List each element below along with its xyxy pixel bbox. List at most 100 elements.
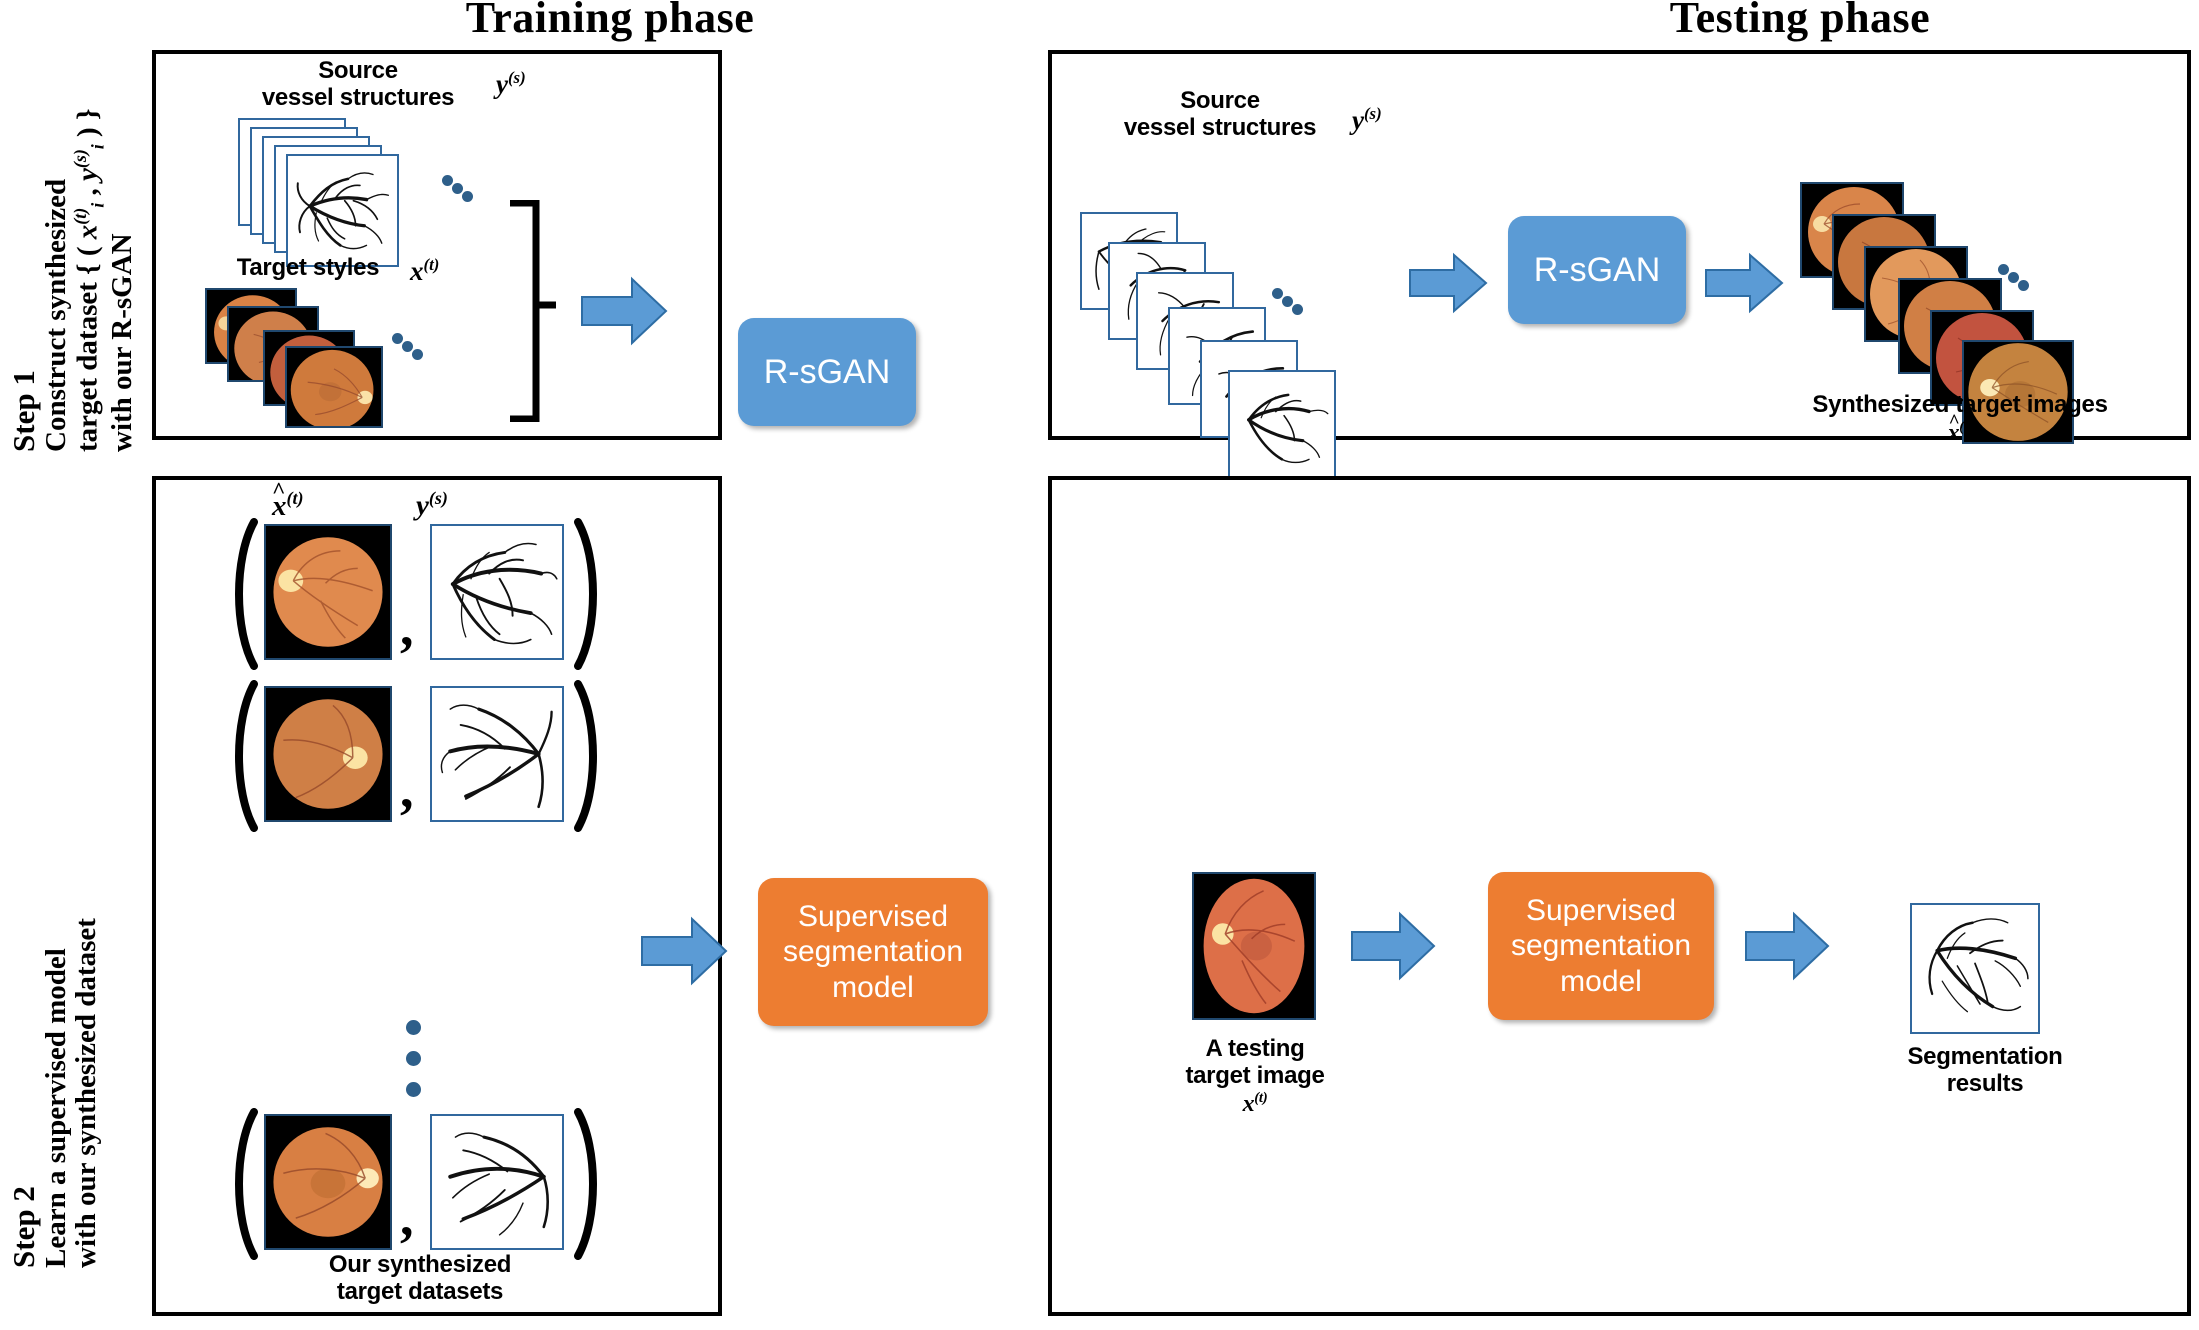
step-1-line-1: Construct synthesized	[39, 178, 72, 452]
training-step2-arrow	[640, 915, 728, 987]
testing-source-symbol-sup: (s)	[1363, 104, 1382, 123]
step-1-y-sup: (s)	[69, 149, 90, 169]
left-paren-icon	[235, 680, 258, 832]
pair-fundus-image	[264, 524, 392, 660]
testing-arrow-to-model	[1408, 252, 1488, 314]
testing-input-caption-line2: target image	[1185, 1061, 1325, 1089]
testing-input-symbol: x(t)	[1242, 1089, 1268, 1117]
fundus-image-icon	[1194, 874, 1314, 1018]
left-paren-icon	[235, 518, 258, 670]
testing-output-caption: Synthesized target images ^ x(t)	[1790, 391, 2130, 447]
training-grouping-brace	[502, 200, 564, 422]
fundus-image-icon	[266, 1116, 390, 1248]
fundus-image-icon	[266, 526, 390, 658]
testing-input-symbol-base: x	[1242, 1090, 1255, 1117]
right-arrow-icon	[1745, 911, 1830, 981]
training-source-vessel-stack	[238, 118, 448, 267]
vessel-card	[1228, 370, 1336, 478]
curly-brace-icon	[510, 200, 556, 422]
training-source-symbol-sup: (s)	[507, 68, 526, 87]
training-source-caption-line2: vessel structures	[261, 83, 455, 111]
training-source-symbol: y(s)	[496, 68, 526, 100]
testing-step2-arrow-to-model	[1350, 910, 1436, 982]
col2-symbol-sup: (s)	[428, 488, 448, 508]
step-2-line-2: with our synthesized dataset	[69, 918, 102, 1268]
step-1-line2-mid: ,	[71, 181, 104, 203]
pair-fundus-image	[264, 1114, 392, 1250]
pair-vessel-mask	[430, 524, 564, 660]
r-sgan-model-box-training[interactable]: R-sGAN	[738, 318, 916, 426]
vessel-tree-icon	[296, 172, 389, 250]
step-1-x-symbol: x	[71, 224, 104, 240]
right-arrow-icon	[641, 916, 728, 986]
testing-source-symbol-base: y	[1352, 105, 1364, 135]
training-source-stack-ellipsis	[442, 175, 482, 205]
supervised-model-label-line2: segmentation	[782, 935, 964, 969]
training-phase-title: Training phase	[465, 0, 755, 42]
pair-vessel-mask	[430, 1114, 564, 1250]
step-1-y-symbol: y	[71, 168, 104, 182]
supervised-model-label-line1: Supervised	[797, 899, 949, 933]
training-dataset-caption-line1: Our synthesized	[328, 1251, 512, 1278]
testing-source-vessel-cascade	[1080, 212, 1430, 502]
training-source-caption: Source vessel structures	[228, 57, 488, 112]
testing-input-caption-line1: A testing	[1205, 1035, 1305, 1062]
supervised-model-label-line1: Supervised	[1525, 893, 1677, 927]
pair-vessel-mask	[430, 686, 564, 822]
training-target-symbol: x(t)	[410, 255, 439, 287]
testing-input-symbol-sup: (t)	[1254, 1089, 1268, 1106]
testing-step2-arrow-to-result	[1744, 910, 1830, 982]
vessel-tree-icon	[448, 1132, 549, 1236]
pair-rows-vertical-ellipsis	[406, 1020, 426, 1100]
step-1-line-3: with our R-sGAN	[106, 233, 139, 452]
training-target-symbol-base: x	[410, 256, 424, 286]
vessel-tree-icon	[450, 542, 558, 645]
vessel-tree-icon	[1928, 918, 2029, 1013]
supervised-model-label-line3: model	[832, 970, 914, 1004]
testing-phase-title: Testing phase	[1669, 0, 1931, 42]
supervised-model-label-line3: model	[1560, 964, 1642, 998]
training-target-symbol-sup: (t)	[423, 255, 440, 274]
supervised-model-box-training[interactable]: Supervised segmentation model	[758, 878, 988, 1026]
testing-source-symbol: y(s)	[1352, 104, 1382, 136]
fundus-image-icon	[287, 348, 381, 426]
training-pair-col2-symbol: y(s)	[416, 488, 448, 523]
testing-output-symbol-sup: (t)	[1959, 418, 1973, 435]
training-dataset-caption-line2: target datasets	[336, 1277, 504, 1305]
right-arrow-icon	[1409, 252, 1488, 314]
pair-row-1-close-paren	[572, 518, 606, 670]
right-paren-icon	[574, 680, 597, 832]
step-1-line-2: target dataset { ( x(t)i , y(s)i ) }	[69, 108, 108, 453]
testing-output-caption-text: Synthesized target images	[1812, 391, 2108, 418]
testing-input-image	[1192, 872, 1316, 1020]
r-sgan-label: R-sGAN	[1533, 250, 1661, 289]
testing-source-cascade-ellipsis	[1272, 288, 1312, 318]
testing-source-caption-line2: vessel structures	[1123, 113, 1317, 141]
testing-output-symbol: ^ x(t)	[1947, 410, 1973, 446]
pair-row-2-open-paren	[226, 680, 260, 832]
r-sgan-model-box-testing[interactable]: R-sGAN	[1508, 216, 1686, 324]
testing-source-caption-line1: Source	[1180, 87, 1260, 114]
right-arrow-icon	[581, 276, 668, 346]
r-sgan-label: R-sGAN	[763, 352, 891, 391]
col1-symbol-sup: (t)	[286, 488, 304, 508]
training-target-caption: Target styles	[218, 254, 398, 282]
testing-result-caption-line1: Segmentation	[1907, 1043, 2063, 1070]
left-paren-icon	[235, 1108, 258, 1260]
training-target-caption-text: Target styles	[236, 254, 380, 281]
step-1-line2-post: ) }	[71, 108, 104, 145]
step-1-y-sub: i	[87, 144, 108, 150]
fundus-image-icon	[266, 688, 390, 820]
pair-row-3-open-paren	[226, 1108, 260, 1260]
step-2-line-1: Learn a supervised model	[39, 948, 72, 1268]
testing-input-caption: A testing target image x(t)	[1150, 1035, 1360, 1118]
step-2-title: Step 2	[6, 1186, 41, 1268]
step-1-title: Step 1	[6, 370, 41, 452]
testing-output-result-caption: Segmentation results	[1880, 1043, 2090, 1098]
testing-synth-cascade-ellipsis	[1998, 264, 2038, 294]
supervised-model-box-testing[interactable]: Supervised segmentation model	[1488, 872, 1714, 1020]
pair-row-2-comma: ,	[400, 759, 414, 819]
pair-row-3-comma: ,	[400, 1187, 414, 1247]
step-1-line2-pre: target dataset { (	[71, 239, 104, 453]
col2-symbol-base: y	[416, 489, 429, 522]
